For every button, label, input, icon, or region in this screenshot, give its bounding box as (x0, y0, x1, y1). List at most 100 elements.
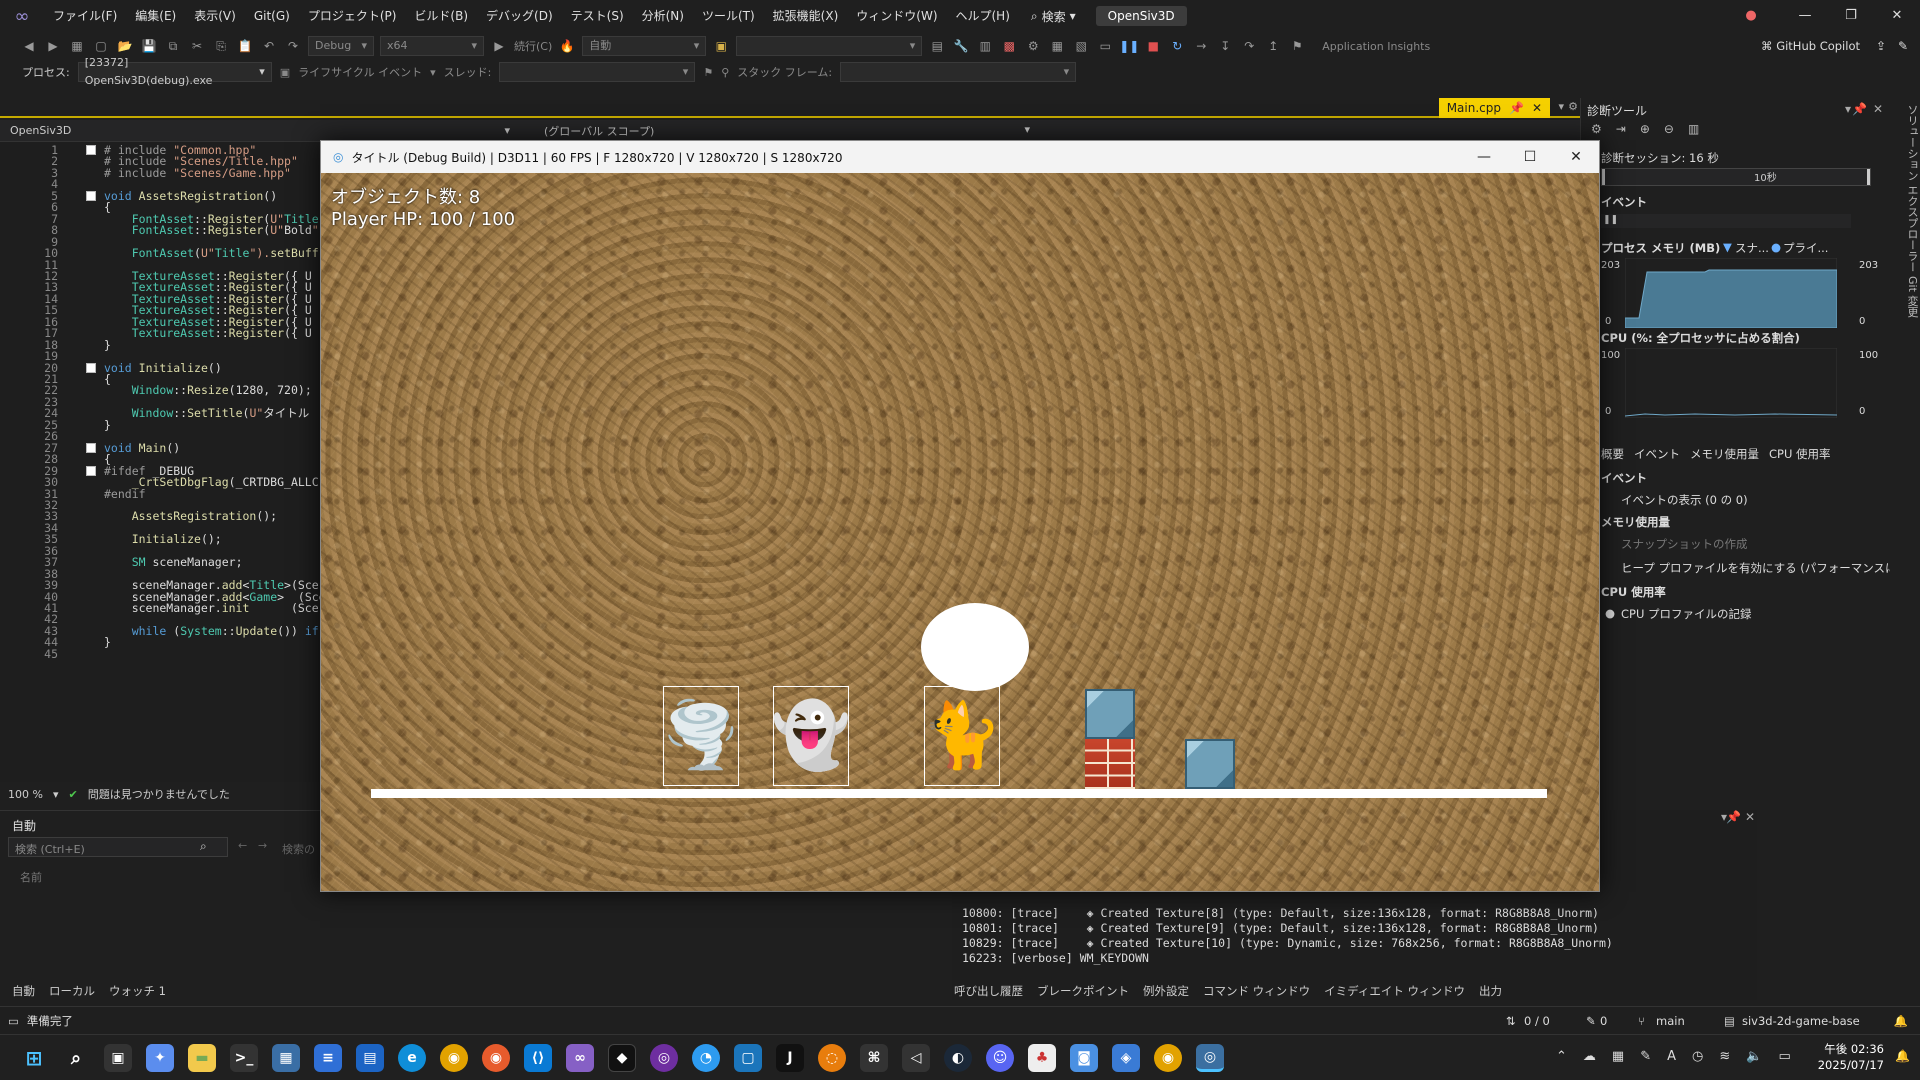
diag-tab[interactable]: イベント (1634, 446, 1680, 462)
output-tab[interactable]: イミディエイト ウィンドウ (1324, 983, 1465, 999)
zoom-level[interactable]: 100 % (8, 788, 43, 801)
diag-icon-5[interactable]: ▦ (1048, 37, 1066, 55)
debug-tab[interactable]: 自動 (12, 983, 35, 999)
thread-combo[interactable]: ▾ (499, 62, 696, 82)
step-into-icon[interactable]: ↧ (1216, 37, 1234, 55)
menu-item[interactable]: 表示(V) (185, 0, 245, 32)
diag-tab[interactable]: CPU 使用率 (1769, 446, 1831, 462)
siv3d-app-icon[interactable]: ◎ (1196, 1044, 1224, 1072)
menu-item[interactable]: テスト(S) (562, 0, 633, 32)
save-all-icon[interactable]: ⧉ (164, 37, 182, 55)
undo-icon[interactable]: ↶ (260, 37, 278, 55)
tab-list-dropdown-icon[interactable]: ▾ (1558, 100, 1564, 113)
menu-item[interactable]: ツール(T) (693, 0, 764, 32)
output-tab[interactable]: ブレークポイント (1037, 983, 1129, 999)
panel-menu-icon[interactable]: ▾ (1845, 102, 1851, 116)
hot-reload-icon[interactable]: 🔥 (558, 37, 576, 55)
menu-item[interactable]: ビルド(B) (405, 0, 477, 32)
game-canvas[interactable]: オブジェクト数: 8 Player HP: 100 / 100 🌪️ 👻 🐈 (321, 173, 1599, 891)
search-icon[interactable]: ⌕ (200, 839, 207, 854)
insights-icon[interactable]: ⚑ (1288, 37, 1306, 55)
chart-icon[interactable]: ▥ (1688, 122, 1699, 136)
git-lines[interactable]: 0 / 0 (1524, 1014, 1550, 1028)
forward-icon[interactable]: ▶ (44, 37, 62, 55)
diag-icon-6[interactable]: ▧ (1072, 37, 1090, 55)
step-over-icon[interactable]: ↷ (1240, 37, 1258, 55)
unreal-icon[interactable]: ◁ (902, 1044, 930, 1072)
cut-icon[interactable]: ✂ (188, 37, 206, 55)
browser-icon[interactable]: ▣ (712, 37, 730, 55)
diag-icon-1[interactable]: ▤ (928, 37, 946, 55)
heap-profile-button[interactable]: ヒープ プロファイルを有効にする (パフォーマンスに影響します) (1621, 560, 1920, 576)
debug-tab[interactable]: ウォッチ 1 (109, 983, 166, 999)
timeline-end-marker[interactable] (1867, 169, 1870, 185)
save-icon[interactable]: 💾 (140, 37, 158, 55)
show-next-statement-icon[interactable]: → (1192, 37, 1210, 55)
back-icon[interactable]: ◀ (20, 37, 38, 55)
zoom-in-icon[interactable]: ⊕ (1640, 122, 1650, 136)
game-title-bar[interactable]: ◎ タイトル (Debug Build) | D3D11 | 60 FPS | … (321, 141, 1599, 173)
vscode-icon[interactable]: ⟨⟩ (524, 1044, 552, 1072)
copilot-app-icon[interactable]: ✦ (146, 1044, 174, 1072)
take-snapshot-button[interactable]: スナップショットの作成 (1621, 536, 1748, 552)
new-item-icon[interactable]: ▢ (92, 37, 110, 55)
project-dropdown[interactable]: OpenSiv3D ▾ (0, 124, 520, 137)
start-button-icon[interactable]: ⊞ (20, 1044, 48, 1072)
repo-name[interactable]: siv3d-2d-game-base (1742, 1014, 1860, 1028)
output-tab[interactable]: 出力 (1479, 983, 1502, 999)
stop-icon[interactable]: ■ (1144, 37, 1162, 55)
platform-combo[interactable]: x64 ▾ (380, 36, 484, 56)
flag-icon[interactable]: ⚑ (703, 66, 713, 79)
store-icon[interactable]: ▤ (356, 1044, 384, 1072)
settings-gear-icon[interactable]: ⚙ (1591, 122, 1602, 136)
scope-dropdown[interactable]: (グローバル スコープ) ▾ (520, 123, 1040, 139)
diag-icon-3[interactable]: ▩ (1000, 37, 1018, 55)
step-out-icon[interactable]: ↥ (1264, 37, 1282, 55)
search-icon[interactable]: ⌕ (62, 1044, 90, 1072)
menu-item[interactable]: ヘルプ(H) (947, 0, 1019, 32)
blender-icon[interactable]: ◌ (818, 1044, 846, 1072)
diag-icon-2[interactable]: ▥ (976, 37, 994, 55)
timeline-ruler[interactable]: 10秒 (1601, 168, 1871, 186)
pause-icon[interactable]: ❚❚ (1119, 37, 1139, 55)
memory-legend-snapshot[interactable]: スナ... (1735, 240, 1769, 256)
github-desktop-icon[interactable]: ◎ (650, 1044, 678, 1072)
gimp-icon[interactable]: ⌘ (860, 1044, 888, 1072)
visual-studio-icon[interactable]: ∞ (566, 1044, 594, 1072)
notification-icon[interactable]: 🔔 (1895, 1049, 1910, 1063)
pin-icon[interactable]: 📌 (1726, 810, 1741, 824)
calculator-icon[interactable]: ▦ (272, 1044, 300, 1072)
search-button[interactable]: ⌕ 検索 ▾ (1019, 8, 1088, 25)
menu-item[interactable]: Git(G) (245, 0, 299, 32)
paste-icon[interactable]: 📋 (236, 37, 254, 55)
task-view-icon[interactable]: ▣ (104, 1044, 132, 1072)
tab-main-cpp[interactable]: Main.cpp 📌 ✕ (1438, 98, 1550, 118)
menu-item[interactable]: ファイル(F) (44, 0, 126, 32)
wifi-icon[interactable]: ≋ (1719, 1049, 1730, 1064)
edge-icon[interactable]: e (398, 1044, 426, 1072)
code-editor[interactable]: 1 # include "Common.hpp" 2 # include "Scene… (0, 142, 322, 782)
timeline-start-marker[interactable] (1602, 169, 1605, 185)
close-icon[interactable]: ✕ (1873, 102, 1883, 116)
terminal-icon[interactable]: >_ (230, 1044, 258, 1072)
pen-icon[interactable]: ✎ (1640, 1049, 1651, 1064)
open-icon[interactable]: 📂 (116, 37, 134, 55)
menu-item[interactable]: 編集(E) (126, 0, 185, 32)
branch-name[interactable]: main (1656, 1014, 1685, 1028)
target-combo[interactable]: ▾ (736, 36, 923, 56)
output-tab[interactable]: コマンド ウィンドウ (1203, 983, 1310, 999)
jetbrains-icon[interactable]: J (776, 1044, 804, 1072)
notification-bell-icon[interactable]: 🔔 (1894, 1014, 1908, 1028)
cloud-icon[interactable]: ☁ (1583, 1049, 1596, 1064)
record-cpu-button[interactable]: CPU プロファイルの記録 (1621, 606, 1752, 622)
settings-gear-icon[interactable]: ⚙ (1568, 100, 1578, 113)
chevron-up-icon[interactable]: ⌃ (1556, 1049, 1567, 1064)
battery-icon[interactable]: ▭ (1778, 1049, 1790, 1064)
chrome-canary-icon[interactable]: ◉ (482, 1044, 510, 1072)
app-icon-1[interactable]: ▢ (734, 1044, 762, 1072)
process-combo[interactable]: [23372] OpenSiv3D(debug).exe ▾ (77, 56, 272, 87)
close-icon[interactable]: ✕ (1745, 810, 1755, 824)
copy-icon[interactable]: ⎘ (212, 37, 230, 55)
continue-label[interactable]: 続行(C) (514, 38, 552, 54)
tray-app-icon[interactable]: ▦ (1612, 1049, 1624, 1064)
